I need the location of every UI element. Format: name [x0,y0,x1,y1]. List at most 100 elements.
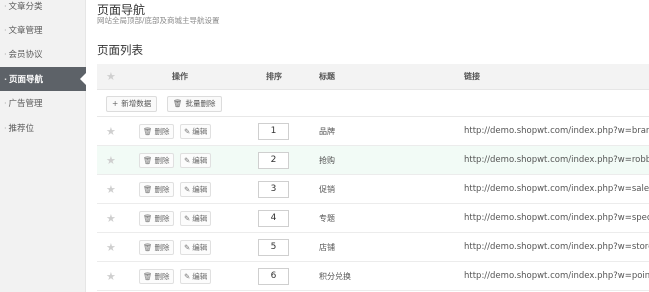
edit-button[interactable]: ✎ 编辑 [180,269,212,284]
sort-input[interactable]: 4 [258,210,289,227]
table-row[interactable]: ★ 🗑 删除 ✎ 编辑 3 促销 http://demo.shopwt.com/in… [97,175,649,204]
table-row[interactable]: ★ 🗑 删除 ✎ 编辑 6 积分兑换 http://demo.shopwt.com/… [97,262,649,291]
column-sort[interactable]: 排序 [266,64,282,90]
table-row[interactable]: ★ 🗑 删除 ✎ 编辑 1 品牌 http://demo.shopwt.com/in… [97,117,649,146]
edit-icon: ✎ [184,185,191,194]
title-cell: 促销 [319,185,335,194]
delete-button[interactable]: 🗑 删除 [139,182,174,197]
delete-label: 删除 [154,214,170,223]
edit-label: 编辑 [192,127,208,136]
sidebar-item-page-nav[interactable]: · 页面导航 [0,67,86,91]
delete-label: 删除 [154,272,170,281]
sidebar-item-member-agreement[interactable]: · 会员协议 [0,42,86,66]
delete-button[interactable]: 🗑 删除 [139,153,174,168]
sidebar-item-article-category[interactable]: · 文章分类 [0,0,86,18]
trash-icon: 🗑 [143,156,153,165]
plus-icon: + [112,99,119,108]
add-data-button[interactable]: + 新增数据 [106,96,158,112]
link-cell: http://demo.shopwt.com/index.php?w=speci… [464,213,649,223]
title-cell: 店铺 [319,243,335,252]
delete-label: 删除 [154,243,170,252]
delete-button[interactable]: 🗑 删除 [139,269,174,284]
title-cell: 积分兑换 [319,272,351,281]
active-arrow-icon [80,73,86,85]
edit-button[interactable]: ✎ 编辑 [180,211,212,226]
batch-delete-label: 批量删除 [185,99,216,108]
star-icon[interactable]: ★ [106,146,116,175]
batch-delete-button[interactable]: 🗑 批量删除 [167,96,222,112]
sidebar-item-label: 会员协议 [8,50,43,60]
edit-label: 编辑 [192,272,208,281]
star-icon[interactable]: ★ [106,117,116,146]
link-cell: http://demo.shopwt.com/index.php?w=store [464,242,649,252]
bullet: · [4,49,7,59]
trash-icon: 🗑 [143,214,153,223]
delete-button[interactable]: 🗑 删除 [139,124,174,139]
column-link[interactable]: 链接 [464,64,480,90]
trash-icon: 🗑 [143,127,153,136]
bullet: · [4,25,7,35]
delete-label: 删除 [154,127,170,136]
edit-button[interactable]: ✎ 编辑 [180,153,212,168]
trash-icon: 🗑 [143,185,153,194]
table-toolbar: + 新增数据 🗑 批量删除 [97,91,649,117]
edit-icon: ✎ [184,243,191,252]
trash-icon: 🗑 [143,243,153,252]
link-cell: http://demo.shopwt.com/index.php?w=point… [464,271,649,281]
column-actions: 操作 [172,72,188,81]
trash-icon: 🗑 [143,272,153,281]
delete-label: 删除 [154,156,170,165]
star-icon[interactable]: ★ [106,262,116,291]
star-icon[interactable]: ★ [106,204,116,233]
delete-button[interactable]: 🗑 删除 [139,240,174,255]
table-header: ★ 操作 排序 标题 链接 [97,64,649,90]
page-subtitle: 网站全局顶部/底部及商城主导航设置 [97,16,220,25]
sort-input[interactable]: 2 [258,152,289,169]
sidebar-item-ad-manage[interactable]: · 广告管理 [0,91,86,115]
sidebar-item-label: 页面导航 [9,75,44,85]
title-cell: 抢购 [319,156,335,165]
bullet: · [4,74,8,84]
title-cell: 品牌 [319,127,335,136]
sidebar: · 文章分类 · 文章管理 · 会员协议 · 页面导航 · 广告管理 · 推荐位 [0,0,86,292]
sort-input[interactable]: 6 [258,268,289,285]
link-cell: http://demo.shopwt.com/index.php?w=robbu… [464,155,649,165]
sidebar-item-label: 文章分类 [8,2,43,12]
edit-button[interactable]: ✎ 编辑 [180,240,212,255]
sort-input[interactable]: 3 [258,181,289,198]
bullet: · [4,123,7,133]
link-cell: http://demo.shopwt.com/index.php?w=sale [464,184,649,194]
edit-label: 编辑 [192,156,208,165]
sidebar-item-label: 广告管理 [8,99,43,109]
star-icon[interactable]: ★ [106,175,116,204]
edit-icon: ✎ [184,214,191,223]
edit-icon: ✎ [184,156,191,165]
table-row[interactable]: ★ 🗑 删除 ✎ 编辑 2 抢购 http://demo.shopwt.com/in… [97,146,649,175]
link-cell: http://demo.shopwt.com/index.php?w=brand [464,126,649,136]
bullet: · [4,1,7,11]
delete-label: 删除 [154,185,170,194]
bullet: · [4,98,7,108]
sidebar-item-recommend-slot[interactable]: · 推荐位 [0,116,86,140]
section-title: 页面列表 [97,43,143,57]
edit-label: 编辑 [192,185,208,194]
star-icon: ★ [106,70,116,83]
edit-button[interactable]: ✎ 编辑 [180,124,212,139]
delete-button[interactable]: 🗑 删除 [139,211,174,226]
table-row[interactable]: ★ 🗑 删除 ✎ 编辑 4 专题 http://demo.shopwt.com/in… [97,204,649,233]
trash-icon: 🗑 [173,99,183,108]
edit-icon: ✎ [184,127,191,136]
edit-button[interactable]: ✎ 编辑 [180,182,212,197]
edit-label: 编辑 [192,243,208,252]
sidebar-item-article-manage[interactable]: · 文章管理 [0,18,86,42]
column-title[interactable]: 标题 [319,64,335,90]
edit-label: 编辑 [192,214,208,223]
sidebar-item-label: 推荐位 [8,124,35,134]
edit-icon: ✎ [184,272,191,281]
title-cell: 专题 [319,214,335,223]
star-icon[interactable]: ★ [106,233,116,262]
sort-input[interactable]: 5 [258,239,289,256]
table-row[interactable]: ★ 🗑 删除 ✎ 编辑 5 店铺 http://demo.shopwt.com/in… [97,233,649,262]
add-data-label: 新增数据 [121,99,152,108]
sort-input[interactable]: 1 [258,123,289,140]
